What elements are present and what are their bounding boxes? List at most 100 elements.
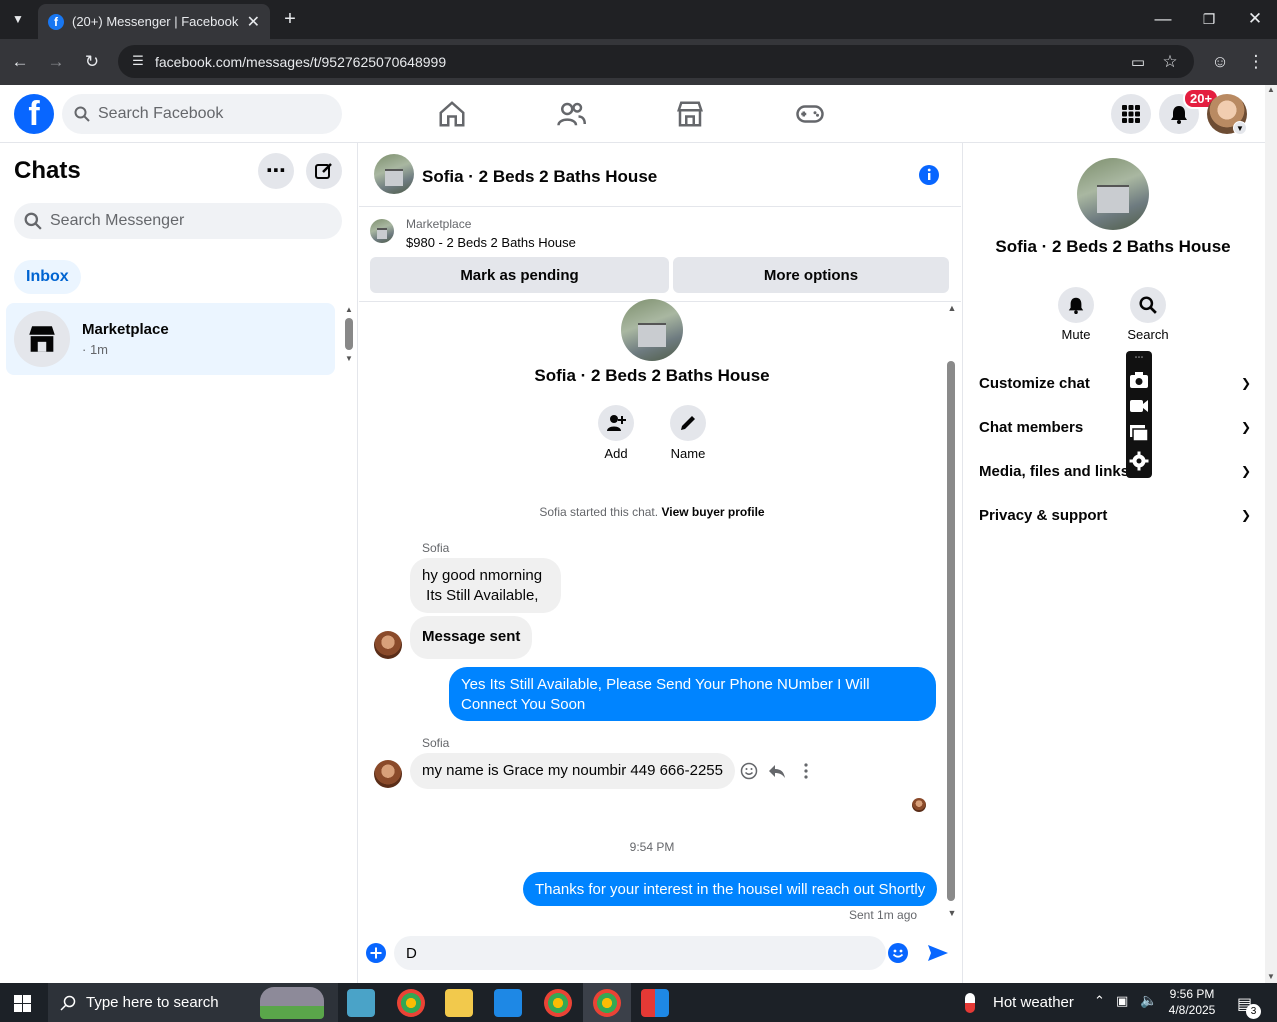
close-tab-icon[interactable]: ✕ [247, 12, 260, 32]
messenger-search-input[interactable]: Search Messenger [14, 203, 342, 239]
privacy-support-section[interactable]: Privacy & support ❯ [979, 493, 1251, 537]
back-icon[interactable]: ← [8, 50, 32, 74]
chat-meta: · 1m [82, 342, 108, 357]
chat-members-section[interactable]: Chat members ❯ [979, 405, 1251, 449]
settings-gear-icon[interactable] [1129, 451, 1149, 471]
network-icon[interactable]: ▣ [1116, 993, 1128, 1009]
taskbar-active-app[interactable] [583, 983, 631, 1022]
search-icon [24, 212, 42, 230]
site-info-icon[interactable]: ☰ [126, 49, 150, 73]
new-tab-icon[interactable]: + [278, 7, 302, 31]
tab-search-icon[interactable]: ▼ [6, 7, 30, 31]
page-scrollbar[interactable]: ▲ ▼ [1265, 85, 1277, 983]
media-files-links-section[interactable]: Media, files and links ❯ [979, 449, 1251, 493]
chevron-down-icon: ❯ [1240, 420, 1251, 434]
new-message-button[interactable] [306, 153, 342, 189]
sender-avatar[interactable] [374, 760, 402, 788]
search-in-chat-button[interactable] [1130, 287, 1166, 323]
incoming-message[interactable]: Message sent [410, 616, 533, 659]
bookmark-star-icon[interactable]: ☆ [1158, 50, 1182, 74]
windows-icon[interactable] [1129, 424, 1149, 442]
conversation-scrollbar[interactable]: ▲ ▼ [945, 303, 959, 923]
floating-capture-toolbar: ⋯ [1126, 351, 1152, 478]
chat-name: Marketplace [82, 321, 169, 338]
info-icon[interactable] [918, 164, 940, 186]
more-dots-icon: ⋯ [266, 160, 286, 182]
conversation-avatar[interactable] [374, 154, 414, 194]
windows-start-icon[interactable] [14, 995, 31, 1012]
gaming-icon[interactable] [795, 99, 825, 129]
facebook-header: f Search Facebook 20+ ▼ [0, 85, 1265, 143]
taskbar-app-icon[interactable] [494, 989, 522, 1017]
taskbar-search-input[interactable]: Type here to search [48, 983, 338, 1022]
listing-title[interactable]: $980 - 2 Beds 2 Baths House [406, 235, 576, 250]
menu-grid-button[interactable] [1111, 94, 1151, 134]
emoji-icon[interactable] [888, 943, 908, 963]
pencil-icon [681, 416, 695, 430]
tab-title: (20+) Messenger | Facebook [72, 14, 239, 29]
send-icon[interactable] [927, 942, 949, 964]
facebook-search-input[interactable]: Search Facebook [62, 94, 342, 134]
filter-inbox[interactable]: Inbox [14, 260, 81, 294]
marketplace-icon[interactable] [675, 99, 705, 129]
customize-chat-section[interactable]: Customize chat ❯ [979, 361, 1251, 405]
react-emoji-icon[interactable] [740, 762, 758, 780]
friends-icon[interactable] [556, 99, 586, 129]
system-clock[interactable]: 9:56 PM 4/8/2025 [1166, 986, 1218, 1018]
conversation-panel: Sofia · 2 Beds 2 Baths House Marketplace… [359, 143, 961, 983]
conversation-title[interactable]: Sofia · 2 Beds 2 Baths House [422, 167, 657, 187]
weather-text[interactable]: Hot weather [993, 994, 1074, 1011]
taskbar-file-explorer-icon[interactable] [445, 989, 473, 1017]
video-icon[interactable] [1129, 398, 1149, 414]
message-input-value: D [406, 944, 417, 962]
taskbar-app-notes-icon[interactable] [347, 989, 375, 1017]
chat-list-scrollbar[interactable]: ▲ ▼ [344, 305, 354, 371]
menu-kebab-icon[interactable]: ⋮ [1244, 50, 1268, 74]
grid-menu-icon [1122, 105, 1140, 123]
name-chat-button[interactable] [670, 405, 706, 441]
search-icon [1139, 296, 1157, 314]
listing-thumbnail[interactable] [370, 219, 394, 243]
sender-avatar[interactable] [374, 631, 402, 659]
mark-as-pending-button[interactable]: Mark as pending [370, 257, 669, 293]
forward-icon[interactable]: → [44, 50, 68, 74]
restore-icon[interactable]: ❐ [1197, 7, 1221, 31]
taskbar-search-placeholder: Type here to search [86, 994, 219, 1011]
volume-icon[interactable]: 🔈 [1140, 992, 1157, 1009]
reload-icon[interactable]: ↻ [80, 50, 104, 74]
profile-icon[interactable]: ☺ [1208, 50, 1232, 74]
chats-options-button[interactable]: ⋯ [258, 153, 294, 189]
plus-icon[interactable] [366, 943, 386, 963]
camera-icon[interactable] [1129, 371, 1149, 389]
outgoing-message[interactable]: Thanks for your interest in the houseI w… [523, 872, 938, 906]
add-people-button[interactable] [598, 405, 634, 441]
minimize-icon[interactable]: — [1151, 7, 1175, 31]
taskbar-chrome-profile-icon[interactable] [544, 989, 572, 1017]
message-timestamp: 9:54 PM [629, 840, 675, 854]
message-input[interactable]: D [394, 936, 886, 970]
taskbar-chrome-icon[interactable] [397, 989, 425, 1017]
mute-button[interactable] [1058, 287, 1094, 323]
chat-list-item[interactable]: Marketplace · 1m [6, 303, 335, 375]
outgoing-message[interactable]: Yes Its Still Available, Please Send You… [449, 667, 936, 721]
address-bar[interactable]: ☰ facebook.com/messages/t/95276250706489… [118, 45, 1194, 78]
bell-icon [1068, 297, 1084, 314]
taskbar-app-extra-icon[interactable] [641, 989, 669, 1017]
incoming-message[interactable]: hy good nmorning Its Still Available, [410, 558, 561, 613]
show-hidden-icons-icon[interactable]: ⌃ [1094, 993, 1105, 1009]
search-highlight-hippo-image [260, 987, 324, 1019]
home-icon[interactable] [437, 99, 467, 129]
incoming-message[interactable]: my name is Grace my noumbir 449 666-2255 [410, 753, 735, 789]
info-avatar[interactable] [1077, 158, 1149, 230]
search-label: Search [1127, 327, 1169, 342]
more-options-button[interactable]: More options [673, 257, 949, 293]
message-more-icon[interactable] [797, 762, 815, 780]
reply-icon[interactable] [768, 762, 786, 780]
account-chevron-icon[interactable]: ▼ [1233, 121, 1247, 135]
install-app-icon[interactable]: ▭ [1126, 50, 1150, 74]
view-buyer-profile-link[interactable]: View buyer profile [661, 505, 764, 519]
toolbar-handle-icon[interactable]: ⋯ [1126, 352, 1152, 363]
browser-tab[interactable]: f (20+) Messenger | Facebook ✕ [38, 4, 270, 39]
close-window-icon[interactable]: ✕ [1243, 7, 1267, 31]
facebook-logo-icon[interactable]: f [14, 94, 54, 134]
